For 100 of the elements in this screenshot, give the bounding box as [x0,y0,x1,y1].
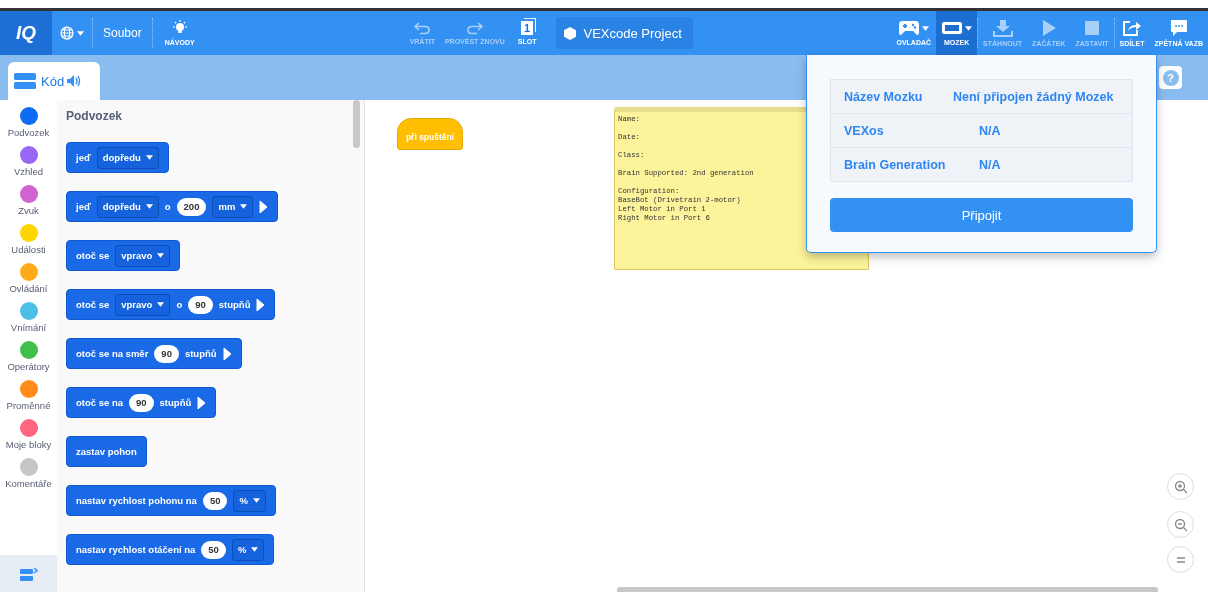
caret-icon [157,302,165,307]
undo-arrow-icon [413,21,432,35]
caret-icon [240,204,248,209]
category-label: Události [11,244,46,255]
block-text: stupňů [184,348,217,359]
code-block[interactable]: otoč se na 90 stupňů [66,387,217,418]
redo-arrow-icon [465,21,484,35]
connect-button[interactable]: Připojit [830,198,1133,232]
category-label: Operátory [7,361,50,372]
category-item[interactable]: Vzhled [0,146,57,185]
block-text: o [164,201,171,212]
project-name-field[interactable]: VEXcode Project [556,17,694,49]
number-input[interactable]: 200 [176,197,207,216]
category-label: Moje bloky [5,439,52,450]
caret-icon [922,25,930,31]
category-item[interactable]: Události [0,224,57,263]
category-item[interactable]: Moje bloky [0,419,57,458]
code-tab[interactable]: Kód [8,62,100,100]
lightbulb-icon [171,20,188,36]
zoom-in-icon [1173,479,1188,494]
category-label: Ovládání [9,283,48,294]
speaker-icon [67,75,82,87]
zoom-out-icon [1173,517,1188,532]
number-input[interactable]: 50 [202,491,228,510]
number-input[interactable]: 50 [201,540,226,559]
gamepad-icon [898,20,921,36]
block-text: stupňů [159,397,192,408]
code-block[interactable]: jeď dopředu [66,142,169,173]
expand-triangle-icon [197,395,207,410]
file-menu[interactable]: Soubor [93,11,152,55]
scrollbar [353,100,360,148]
info-value: N/A [978,157,1001,172]
caret-icon [157,253,165,258]
category-label: Zvuk [18,205,39,216]
expand-triangle-icon [259,199,269,214]
category-label: Vnímání [10,322,47,333]
category-label: Podvozek [7,127,50,138]
code-block[interactable]: jeď dopředu o 200 mm [66,191,279,222]
code-block[interactable]: nastav rychlost otáčení na 50 % [66,534,275,565]
block-dropdown[interactable]: % [231,538,265,561]
caret-icon [252,498,260,503]
block-dropdown[interactable]: vpravo [115,244,171,267]
category-item[interactable]: Operátory [0,341,57,380]
code-block[interactable]: otoč se na směr 90 stupňů [66,338,242,369]
category-item[interactable]: Komentáře [0,458,57,497]
block-text: otoč se na [76,397,123,408]
caret-icon [251,547,259,552]
expand-triangle-icon [256,297,266,312]
caret-icon [145,155,153,160]
category-label: Vzhled [13,166,44,177]
code-blocks-icon [14,72,38,90]
block-dropdown[interactable]: dopředu [96,195,159,218]
block-text: otoč se na směr [76,348,149,359]
code-block[interactable]: otoč se vpravo [66,240,181,271]
block-dropdown[interactable]: % [233,489,266,512]
category-item[interactable]: Podvozek [0,107,57,146]
block-text: stupňů [218,299,251,310]
caret-icon [965,25,973,31]
extension-button[interactable] [0,555,57,592]
reset-zoom-button[interactable] [1167,546,1194,573]
block-text: otoč se [76,250,110,261]
caret-icon [145,204,153,209]
zoom-out-button[interactable] [1167,511,1194,538]
stop-icon [1083,19,1101,37]
brain-device-icon [941,20,964,36]
code-block[interactable]: zastav pohon [66,436,147,467]
app-logo: IQ [0,11,52,55]
blocks-plus-icon [19,565,38,582]
download-icon [992,19,1013,37]
block-text: zastav pohon [76,446,137,457]
block-text: otoč se [76,299,110,310]
share-icon [1122,19,1143,37]
expand-triangle-icon [222,346,232,361]
globe-icon [60,26,74,40]
info-value: N/A [978,123,1001,138]
code-block[interactable]: nastav rychlost pohonu na 50 % [66,485,276,516]
category-item[interactable]: Proměnné [0,380,57,419]
block-dropdown[interactable]: mm [212,195,254,218]
info-label: Název Mozku [843,89,924,104]
block-text: jeď [76,152,91,163]
number-input[interactable]: 90 [154,344,179,363]
info-value: Není připojen žádný Mozek [953,89,1114,104]
number-input[interactable]: 90 [188,295,213,314]
category-item[interactable]: Ovládání [0,263,57,302]
hexagon-icon [564,26,577,40]
block-dropdown[interactable]: vpravo [115,293,171,316]
category-item[interactable]: Vnímání [0,302,57,341]
zoom-in-button[interactable] [1167,473,1194,500]
number-input[interactable]: 90 [129,393,154,412]
chat-bubble-icon [1169,19,1188,37]
category-item[interactable]: Zvuk [0,185,57,224]
block-text: nastav rychlost otáčení na [76,544,196,555]
block-text: jeď [76,201,91,212]
block-dropdown[interactable]: dopředu [96,146,159,169]
category-label: Proměnné [6,400,51,411]
block-text: o [176,299,183,310]
category-label: Komentáře [5,478,52,489]
caret-icon [77,30,84,36]
code-block[interactable]: otoč se vpravo o 90 stupňů [66,289,276,320]
block-text: nastav rychlost pohonu na [76,495,197,506]
